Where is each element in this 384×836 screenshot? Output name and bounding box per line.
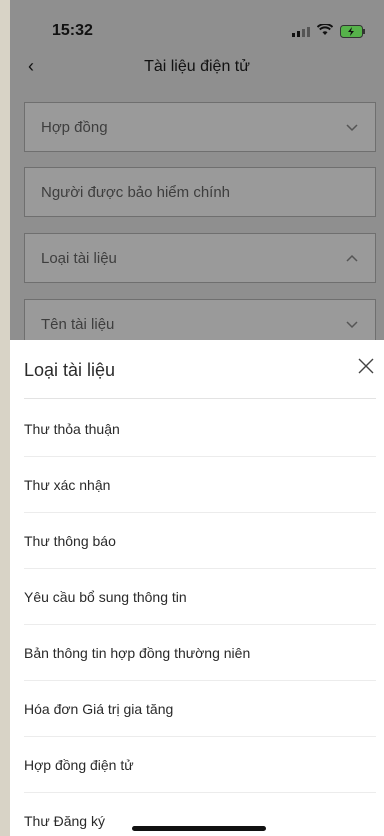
list-item[interactable]: Thư thông báo xyxy=(24,513,376,569)
list-item[interactable]: Hợp đồng điện tử xyxy=(24,737,376,793)
divider xyxy=(24,398,376,399)
doc-type-sheet: Loại tài liệu Thư thỏa thuận Thư xác nhậ… xyxy=(10,340,384,836)
doc-type-label: Loại tài liệu xyxy=(41,249,117,267)
status-time: 15:32 xyxy=(52,22,93,39)
doc-type-select[interactable]: Loại tài liệu xyxy=(24,233,376,283)
phone-screen: 15:32 ‹ Tài liệu điện tử Hợp đồng Người … xyxy=(10,0,384,836)
insured-label: Người được bảo hiểm chính xyxy=(41,183,231,201)
insured-input[interactable]: Người được bảo hiểm chính xyxy=(24,167,376,217)
signal-icon xyxy=(292,27,310,37)
contract-label: Hợp đồng xyxy=(41,118,108,136)
status-bar: 15:32 xyxy=(10,0,384,44)
doc-name-label: Tên tài liệu xyxy=(41,315,115,333)
nav-bar: ‹ Tài liệu điện tử xyxy=(10,50,384,86)
list-item[interactable]: Yêu cầu bổ sung thông tin xyxy=(24,569,376,625)
home-indicator xyxy=(132,826,266,831)
wifi-icon xyxy=(317,24,333,35)
contract-select[interactable]: Hợp đồng xyxy=(24,102,376,152)
page-title: Tài liệu điện tử xyxy=(144,58,250,75)
chevron-up-icon xyxy=(346,254,358,262)
sheet-header: Loại tài liệu xyxy=(24,340,384,398)
list-item[interactable]: Bản thông tin hợp đồng thường niên xyxy=(24,625,376,681)
chevron-down-icon xyxy=(346,124,358,132)
close-icon[interactable] xyxy=(356,356,376,376)
sheet-title: Loại tài liệu xyxy=(24,360,116,380)
list-item[interactable]: Hóa đơn Giá trị gia tăng xyxy=(24,681,376,737)
chevron-down-icon xyxy=(346,321,358,329)
doc-type-list: Thư thỏa thuận Thư xác nhận Thư thông bá… xyxy=(24,401,376,836)
battery-icon xyxy=(340,25,365,38)
list-item[interactable]: Thư thỏa thuận xyxy=(24,401,376,457)
list-item[interactable]: Thư xác nhận xyxy=(24,457,376,513)
